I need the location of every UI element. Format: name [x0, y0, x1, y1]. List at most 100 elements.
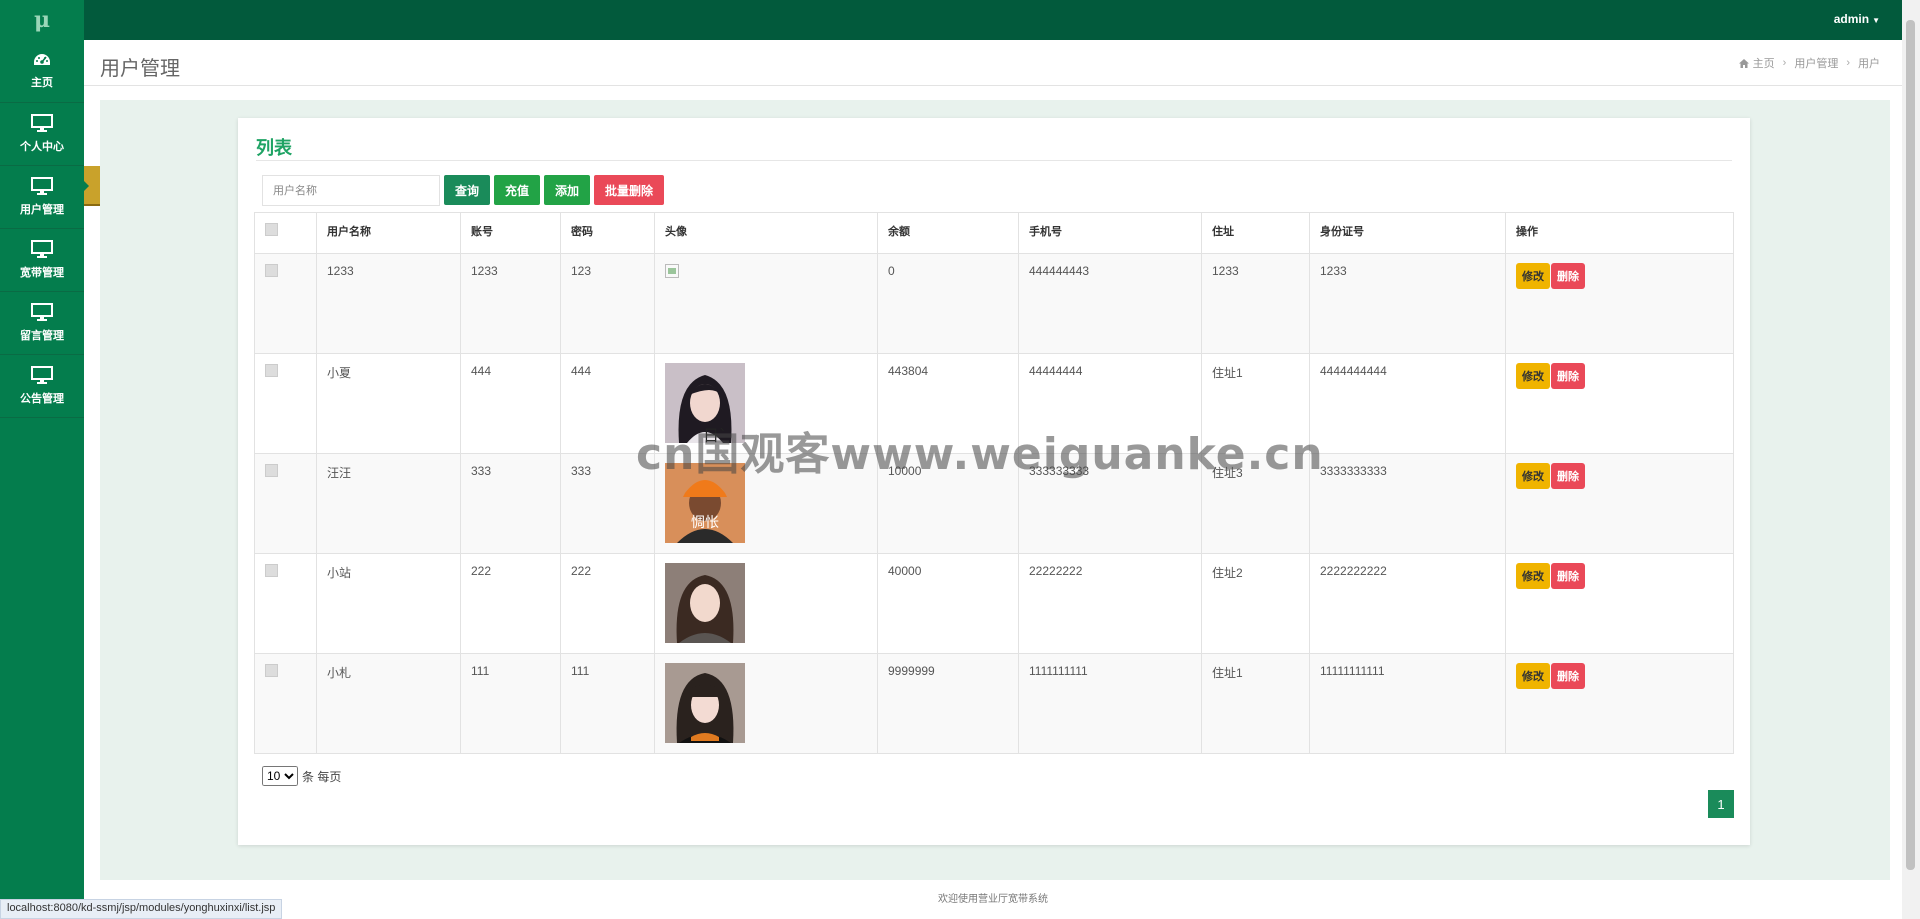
- cell-account: 333: [460, 453, 561, 554]
- row-checkbox[interactable]: [265, 364, 278, 377]
- chevron-right-icon: ›: [1846, 57, 1850, 69]
- nav-item-message-management[interactable]: 留言管理: [0, 292, 84, 355]
- nav-item-label: 留言管理: [20, 330, 64, 342]
- edit-button[interactable]: 修改: [1516, 563, 1550, 589]
- cell-id-number: 1233: [1309, 253, 1506, 354]
- watermark-text: cn国观客www.weiguanke.cn: [636, 429, 1324, 480]
- recharge-button[interactable]: 充值: [494, 175, 541, 205]
- batch-delete-button[interactable]: 批量删除: [594, 175, 665, 205]
- column-header: 用户名称: [316, 212, 461, 254]
- row-checkbox[interactable]: [265, 564, 278, 577]
- edit-button[interactable]: 修改: [1516, 463, 1550, 489]
- row-select-cell: [254, 353, 317, 454]
- cell-name: 小夏: [316, 353, 461, 454]
- table-header-row: 用户名称 账号 密码 头像 余额 手机号 住址 身份证号 操作: [254, 212, 1734, 254]
- nav-item-broadband-management[interactable]: 宽带管理: [0, 229, 84, 292]
- caret-down-icon: ▼: [1872, 16, 1880, 25]
- monitor-icon: [31, 240, 53, 258]
- left-nav-rail: μ 主页 个人中心 用户管理 宽带管理 留言管理 公告管理: [0, 0, 84, 919]
- select-all-checkbox[interactable]: [265, 223, 278, 236]
- row-checkbox[interactable]: [265, 264, 278, 277]
- chevron-right-icon: ›: [1782, 57, 1787, 69]
- nav-item-label: 用户管理: [20, 204, 64, 216]
- nav-item-announcement-management[interactable]: 公告管理: [0, 355, 84, 418]
- cell-name: 汪汪: [316, 453, 461, 554]
- row-checkbox[interactable]: [265, 664, 278, 677]
- cell-account: 444: [460, 353, 561, 454]
- cell-address: 住址2: [1201, 553, 1310, 654]
- monitor-icon: [31, 366, 53, 384]
- page-size-label: 条 每页: [302, 769, 342, 784]
- cell-actions: 修改 删除: [1505, 353, 1734, 454]
- nav-item-personal-center[interactable]: 个人中心: [0, 103, 84, 166]
- column-header: 身份证号: [1309, 212, 1506, 254]
- cell-account: 111: [460, 653, 561, 754]
- cell-id-number: 2222222222: [1309, 553, 1506, 654]
- avatar-overlay-text: 惆怅: [691, 515, 719, 531]
- edit-button[interactable]: 修改: [1516, 663, 1550, 689]
- page-button[interactable]: 1: [1708, 790, 1734, 818]
- cell-avatar: [654, 253, 878, 354]
- row-select-cell: [254, 553, 317, 654]
- cell-avatar: [654, 653, 878, 754]
- column-header: 住址: [1201, 212, 1310, 254]
- add-button[interactable]: 添加: [544, 175, 591, 205]
- cell-actions: 修改 删除: [1505, 453, 1734, 554]
- avatar-image: [665, 563, 745, 643]
- row-select-cell: [254, 253, 317, 354]
- delete-button[interactable]: 删除: [1551, 563, 1585, 589]
- cell-password: 123: [560, 253, 655, 354]
- top-bar: admin ▼: [84, 0, 1920, 40]
- row-checkbox[interactable]: [265, 464, 278, 477]
- home-icon: [1738, 58, 1749, 68]
- nav-item-label: 公告管理: [20, 393, 64, 405]
- delete-button[interactable]: 删除: [1551, 663, 1585, 689]
- search-input[interactable]: [262, 175, 440, 206]
- cell-balance: 0: [877, 253, 1019, 354]
- user-menu[interactable]: admin ▼: [1834, 12, 1880, 26]
- page-size-control: 10 条 每页: [262, 766, 341, 786]
- column-header: 手机号: [1018, 212, 1202, 254]
- nav-item-label: 个人中心: [20, 141, 64, 153]
- table-row: 1233 1233 123 0 444444443 1233 1233 修改 删除: [254, 253, 1734, 354]
- nav-item-home[interactable]: 主页: [0, 40, 84, 103]
- cell-id-number: 3333333333: [1309, 453, 1506, 554]
- cell-address: 住址1: [1201, 653, 1310, 754]
- vertical-scrollbar[interactable]: [1902, 0, 1920, 919]
- cell-account: 222: [460, 553, 561, 654]
- page-size-select[interactable]: 10: [262, 766, 298, 786]
- edit-button[interactable]: 修改: [1516, 263, 1550, 289]
- delete-button[interactable]: 删除: [1551, 363, 1585, 389]
- dashboard-icon: [34, 54, 50, 65]
- column-header: 余额: [877, 212, 1019, 254]
- edit-button[interactable]: 修改: [1516, 363, 1550, 389]
- scrollbar-thumb[interactable]: [1906, 20, 1915, 870]
- cell-id-number: 11111111111: [1309, 653, 1506, 754]
- cell-id-number: 4444444444: [1309, 353, 1506, 454]
- delete-button[interactable]: 删除: [1551, 263, 1585, 289]
- broken-image-icon: [665, 264, 679, 278]
- cell-actions: 修改 删除: [1505, 653, 1734, 754]
- row-select-cell: [254, 453, 317, 554]
- row-select-cell: [254, 653, 317, 754]
- app-logo: μ: [33, 7, 51, 33]
- nav-item-user-management[interactable]: 用户管理: [0, 166, 84, 229]
- delete-button[interactable]: 删除: [1551, 463, 1585, 489]
- cell-name: 1233: [316, 253, 461, 354]
- breadcrumb-user-management[interactable]: 用户管理: [1794, 55, 1838, 71]
- cell-phone: 22222222: [1018, 553, 1202, 654]
- column-header: 账号: [460, 212, 561, 254]
- divider: [256, 160, 1732, 161]
- cell-account: 1233: [460, 253, 561, 354]
- monitor-icon: [31, 177, 53, 195]
- cell-phone: 1111111111: [1018, 653, 1202, 754]
- monitor-icon: [31, 114, 53, 132]
- cell-actions: 修改 删除: [1505, 553, 1734, 654]
- query-button[interactable]: 查询: [444, 175, 491, 205]
- user-name: admin: [1833, 12, 1870, 26]
- cell-phone: 444444443: [1018, 253, 1202, 354]
- breadcrumb: 主页 › 用户管理 › 用户: [1738, 55, 1880, 71]
- breadcrumb-home[interactable]: 主页: [1753, 55, 1775, 71]
- monitor-icon: [31, 303, 53, 321]
- cell-actions: 修改 删除: [1505, 253, 1734, 354]
